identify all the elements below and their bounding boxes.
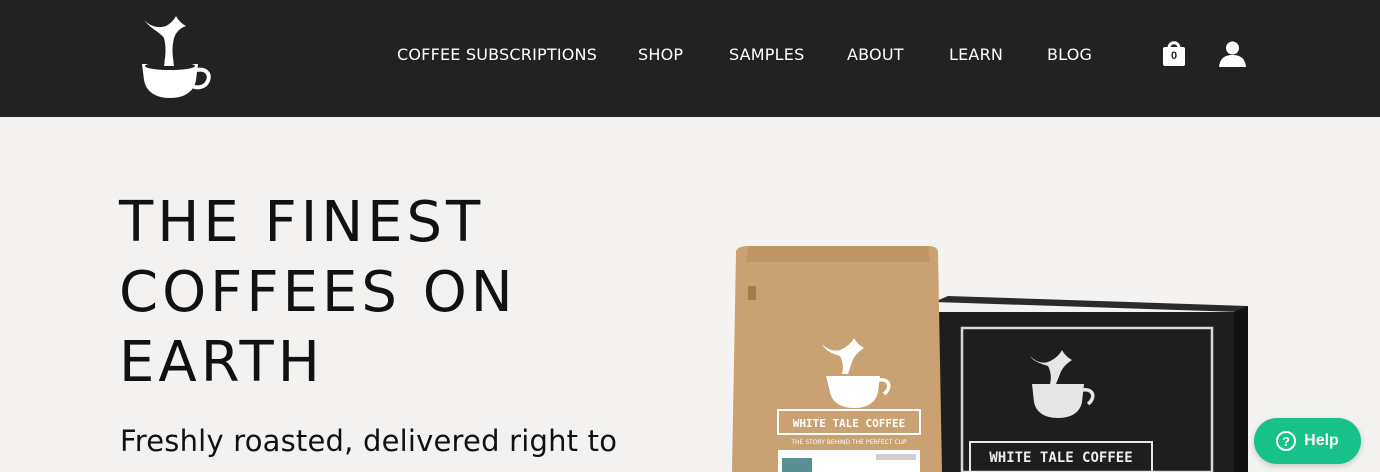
hero-title-line: EARTH (119, 330, 324, 395)
help-button[interactable]: ? Help (1254, 418, 1361, 464)
nav-shop[interactable]: SHOP (638, 45, 683, 64)
nav-coffee-subscriptions[interactable]: COFFEE SUBSCRIPTIONS (397, 45, 597, 64)
hero-title-line: COFFEES ON (119, 260, 517, 325)
hero-title: THE FINEST COFFEES ON EARTH (119, 188, 679, 398)
top-navigation-bar: COFFEE SUBSCRIPTIONS SHOP SAMPLES ABOUT … (0, 0, 1380, 117)
question-circle-icon: ? (1276, 431, 1297, 451)
bag-brand-text: WHITE TALE COFFEE (793, 417, 906, 430)
hero-title-line: THE FINEST (119, 190, 485, 255)
nav-blog[interactable]: BLOG (1047, 45, 1092, 64)
gift-box: WHITE TALE COFFEE (934, 296, 1248, 472)
box-brand-text: WHITE TALE COFFEE (989, 450, 1132, 466)
bag-tagline-text: THE STORY BEHIND THE PERFECT CUP (790, 439, 907, 446)
coffee-bag: WHITE TALE COFFEE THE STORY BEHIND THE P… (732, 246, 942, 472)
cart-button[interactable]: 0 (1161, 38, 1187, 68)
user-icon[interactable] (1219, 41, 1246, 67)
nav-about[interactable]: ABOUT (847, 45, 904, 64)
nav-learn[interactable]: LEARN (949, 45, 1003, 64)
hero-subtitle: Freshly roasted, delivered right to (120, 424, 618, 458)
help-label: Help (1304, 432, 1339, 449)
product-image: WHITE TALE COFFEE WHITE TALE COFFEE THE … (712, 178, 1260, 472)
cart-count: 0 (1170, 50, 1178, 62)
nav-samples[interactable]: SAMPLES (729, 45, 804, 64)
